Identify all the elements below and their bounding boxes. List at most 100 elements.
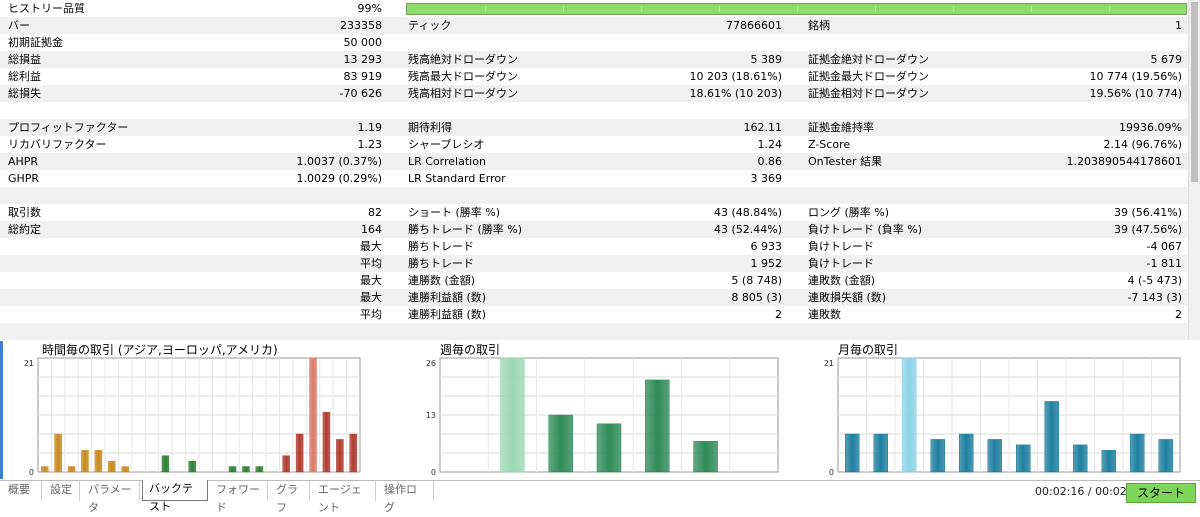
quality-bar-tick [953, 6, 954, 12]
tab-4[interactable]: フォワード [210, 481, 268, 514]
metric-value: 1 952 [750, 257, 783, 270]
quality-bar-tick [1031, 6, 1032, 12]
left-selection-marker [0, 341, 3, 479]
metric-value: 2 [1175, 308, 1182, 321]
tab-2[interactable]: パラメータ [82, 481, 140, 514]
monthly-trades-chart: 月毎の取引 21 0 [808, 341, 1188, 479]
metric-label: 負けトレード [808, 240, 874, 253]
metric-label: 連敗損失額 (数) [808, 291, 887, 304]
report-row: 最大 連勝利益額 (数) 8 805 (3) 連敗損失額 (数) -7 143 (3) [0, 289, 1188, 306]
metric-value: -4 067 [1146, 240, 1182, 253]
chart-bar [500, 357, 525, 473]
chart-bar [645, 379, 670, 473]
chart-bar [188, 460, 197, 473]
metric-label [0, 272, 200, 289]
metric-value: 39 (56.41%) [1113, 206, 1182, 219]
metric-value: 2.14 (96.76%) [1103, 138, 1182, 151]
metric-value: 83 919 [343, 70, 383, 83]
metric-value: 39 (47.56%) [1113, 223, 1182, 236]
metric-value: 1 [1175, 19, 1182, 32]
tab-5[interactable]: グラフ [270, 481, 310, 514]
metric-label: OnTester 結果 [808, 155, 883, 168]
chart-bar [255, 466, 264, 473]
metric-value: 最大 [360, 291, 382, 304]
metric-value: 1.19 [357, 121, 383, 134]
start-button[interactable]: スタート [1126, 483, 1196, 503]
metric-value: 43 (48.84%) [713, 206, 782, 219]
metric-label: 総約定 [8, 223, 41, 236]
metric-value: 3 369 [750, 172, 783, 185]
metric-label [800, 34, 1010, 51]
report-vertical-scrollbar[interactable] [1188, 0, 1200, 340]
metric-value: 平均 [360, 257, 382, 270]
chart-bar [161, 455, 170, 473]
metric-label: ヒストリー品質 [8, 2, 85, 15]
chart-bar [845, 433, 860, 473]
metric-value: 4 (-5 473) [1127, 274, 1182, 287]
metric-label [400, 102, 610, 119]
metric-value: -7 143 (3) [1127, 291, 1182, 304]
tab-6[interactable]: エージェント [312, 481, 376, 514]
metric-value: 10 203 (18.61%) [689, 70, 782, 83]
chart-bar [309, 357, 317, 473]
report-tab-bar: 概要 設定 パラメータ バックテスト フォワード グラフ エージェント 操作ログ 00:02:… [0, 480, 1200, 514]
chart-bar [596, 423, 622, 473]
metric-value: -70 626 [339, 87, 382, 100]
metric-value [1000, 34, 1182, 51]
metric-value: 10 774 (19.56%) [1089, 70, 1182, 83]
quality-bar-tick [875, 6, 876, 12]
metric-label [0, 323, 200, 340]
chart-bar [1016, 444, 1031, 473]
weekly-trades-chart: 週毎の取引 26 13 0 [410, 341, 785, 479]
metric-value: 1.0037 (0.37%) [296, 155, 382, 168]
metric-value [1000, 102, 1182, 119]
chart-bar [349, 433, 358, 473]
chart-bar [336, 439, 344, 473]
metric-label: リカバリファクター [8, 138, 107, 151]
chart-bar [322, 412, 331, 473]
report-row: 総利益 83 919 残高最大ドローダウン 10 203 (18.61%) 証拠金最大ド… [0, 68, 1188, 85]
quality-bar-tick [485, 6, 486, 12]
chart-bar [873, 433, 888, 473]
metric-label: 残高最大ドローダウン [408, 70, 518, 83]
chart-bar [67, 466, 76, 473]
metric-value: 99% [357, 2, 382, 15]
chart-bar [228, 466, 237, 473]
chart-bar [902, 357, 917, 473]
history-quality-bar [406, 3, 1187, 15]
chart-bar [108, 460, 116, 473]
metric-value: -1 811 [1146, 257, 1182, 270]
report-row: 平均 勝ちトレード 1 952 負けトレード -1 811 [0, 255, 1188, 272]
report-row: バー 233358 ティック 77866601 銘柄 1 [0, 17, 1188, 34]
metric-label [400, 323, 610, 340]
tab-3[interactable]: バックテスト [142, 480, 208, 513]
metric-label: 総利益 [8, 70, 41, 83]
metric-label: バー [8, 19, 30, 32]
metric-value: 1.24 [757, 138, 783, 151]
y-tick-label: 0 [431, 468, 436, 477]
report-row: 平均 連勝利益額 (数) 2 連敗数 2 [0, 306, 1188, 323]
metric-label [0, 238, 200, 255]
report-row: 初期証拠金 50 000 [0, 34, 1188, 51]
metric-label: 総損益 [8, 53, 41, 66]
metric-value: 164 [361, 223, 382, 236]
metric-value: 8 805 (3) [731, 291, 782, 304]
metric-value: 6 933 [750, 240, 783, 253]
metric-value: 50 000 [343, 36, 383, 49]
metric-value: 2 [775, 308, 782, 321]
tab-1[interactable]: 設定 [44, 481, 80, 501]
chart-bar [1044, 401, 1059, 473]
scrollbar-thumb[interactable] [1191, 2, 1198, 182]
metric-label: 勝ちトレード [408, 257, 474, 270]
tab-0[interactable]: 概要 [2, 481, 42, 501]
quality-bar-tick [563, 6, 564, 12]
backtest-report: 平均 連勝利益額 (数) 2 連敗数 2 最大 連勝利益額 (数) 8 805 (3) 連敗損失… [0, 0, 1188, 340]
metric-value [600, 34, 782, 51]
metric-value: 1.0029 (0.29%) [296, 172, 382, 185]
chart-bar [987, 439, 1002, 473]
tab-7[interactable]: 操作ログ [378, 481, 434, 514]
chart-bar [930, 439, 945, 473]
metric-label: 証拠金維持率 [808, 121, 874, 134]
report-row: 取引数 82 ショート (勝率 %) 43 (48.84%) ロング (勝率 %) 39 … [0, 204, 1188, 221]
metric-label [0, 289, 200, 306]
